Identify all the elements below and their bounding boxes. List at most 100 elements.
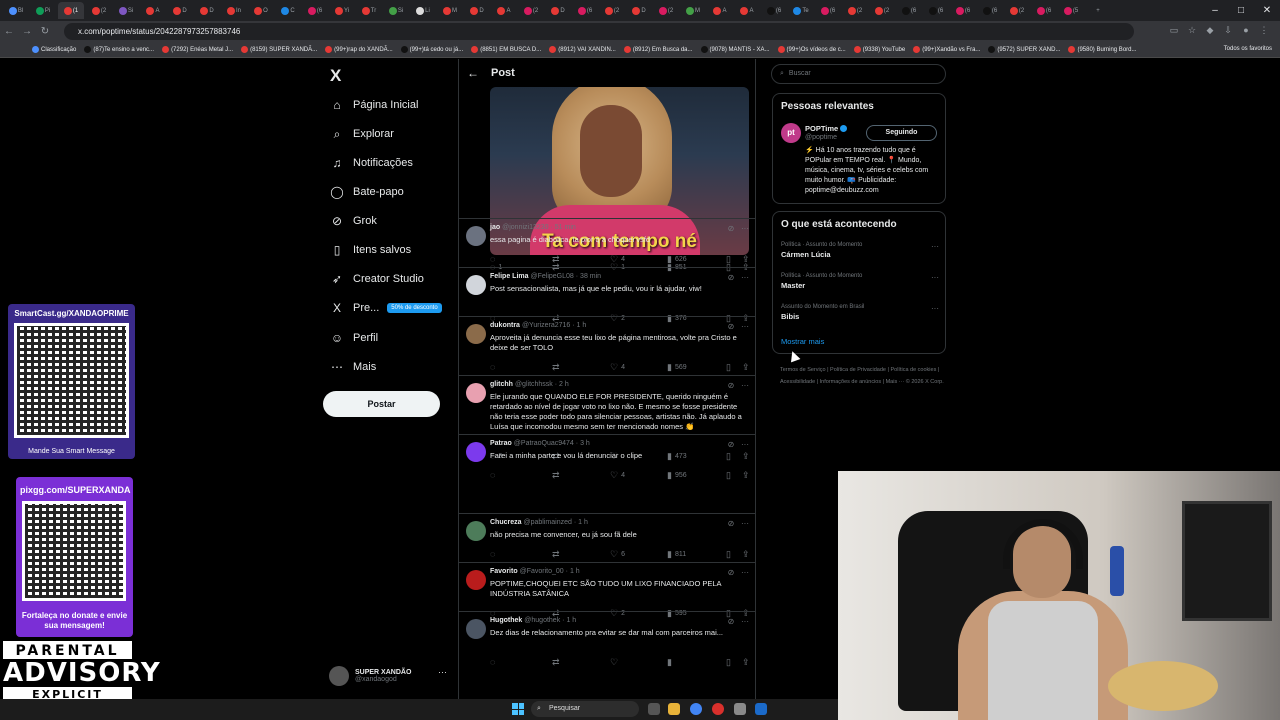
bookmark-item[interactable]: (7292) Enéas Metal J... [162,46,233,53]
share-button[interactable]: ⇪ [742,470,753,481]
reply-button[interactable]: ◌ [490,362,498,372]
views-button[interactable]: ▮ 569 [667,362,687,373]
avatar[interactable] [466,226,486,246]
nav-item-bookmark[interactable]: ▯ Itens salvos [330,243,411,257]
grok-icon[interactable]: ⊘ [728,617,735,626]
reply-post[interactable]: Felipe Lima @FelipeGL08 · 38 min ⊘ ··· Post… [459,267,755,323]
browser-tab[interactable]: M [438,2,462,19]
nav-item-search[interactable]: ⌕ Explorar [330,127,394,141]
reply-post[interactable]: jao @jonnizi13230 · 51 min ⊘ ··· essa pagin… [459,218,755,267]
reply-button[interactable]: ◌ [490,254,498,264]
footer-links[interactable]: Termos de Serviço | Política de Privacid… [780,364,946,388]
nav-item-chat[interactable]: ◯ Bate-papo [330,185,403,199]
more-dots-icon[interactable]: ··· [741,519,749,528]
browser-tab[interactable]: (6 [762,2,786,19]
bookmark-item[interactable]: Classificação [32,46,76,53]
browser-tab[interactable]: Yi [330,2,354,19]
more-dots-icon[interactable]: ··· [741,568,749,577]
browser-tab[interactable]: (2 [87,2,111,19]
reply-author[interactable]: Patrao [490,440,512,447]
more-dots-icon[interactable]: ··· [741,273,749,282]
extension-icon[interactable]: ◆ [1204,24,1216,36]
bookmark-item[interactable]: (8912) VAI XANDIN... [549,46,616,53]
avatar[interactable] [466,521,486,541]
reply-button[interactable]: ◌ [490,657,498,667]
bookmark-button[interactable]: ▯ [726,549,734,560]
bookmark-item[interactable]: (9078) MANTIS - XA... [700,46,770,53]
browser-tab[interactable]: Te [789,2,813,19]
bookmark-item[interactable]: (87)Te ensino a venc... [84,46,154,53]
browser-tab[interactable]: (6 [1032,2,1056,19]
bookmark-item[interactable]: (8159) SUPER XANDÃ... [241,46,317,53]
reload-icon[interactable]: ↻ [36,26,54,37]
reply-post[interactable]: dukontra @Yurizera2716 · 1 h ⊘ ··· Aproveit… [459,316,755,375]
settings-gear-icon[interactable] [734,703,746,715]
bookmark-button[interactable]: ▯ [726,470,734,481]
browser-tab[interactable]: (6 [573,2,597,19]
close-window-icon[interactable]: ✕ [1254,0,1280,21]
browser-tab[interactable]: In [222,2,246,19]
avatar[interactable] [466,275,486,295]
browser-tab[interactable]: (1 [58,2,84,19]
premium-discount-badge[interactable]: 50% de desconto [387,303,442,313]
bookmark-item[interactable]: (99+)rap do XANDÃ... [325,46,393,53]
browser-tab[interactable]: A [492,2,516,19]
grok-icon[interactable]: ⊘ [728,440,735,449]
bookmark-item[interactable]: (99+)Xandão vs Fra... [913,46,980,53]
obs-icon[interactable] [712,703,724,715]
repost-button[interactable]: ⇄ [552,362,563,373]
taskbar-search[interactable]: ⌕ Pesquisar [531,701,639,717]
bookmark-item[interactable]: (9338) YouTube [853,46,905,53]
bookmark-button[interactable]: ▯ [726,657,734,668]
more-dots-icon[interactable]: ··· [438,667,447,677]
browser-tab[interactable]: (6 [978,2,1002,19]
bookmark-item[interactable]: (8912) Em Busca da... [623,46,693,53]
back-arrow-icon[interactable]: ← [0,26,18,37]
url-field[interactable]: x.com/poptime/status/2042287973257883746 [64,23,1134,40]
post-timeline[interactable]: ← Post Ta com tempo né ◌ 1 ⇄ ♡ 1 ▮ 851 ▯ ⇪ … [458,59,756,699]
grok-icon[interactable]: ⊘ [728,273,735,282]
trend-item[interactable]: Assunto do Momento em Brasil Bibis ··· [781,304,939,321]
reply-button[interactable]: ◌ [490,470,498,480]
browser-tab[interactable]: (6 [951,2,975,19]
more-dots-icon[interactable]: ··· [931,273,939,282]
nav-item-home[interactable]: ⌂ Página Inicial [330,98,418,112]
avatar[interactable] [466,442,486,462]
browser-tab[interactable]: A [735,2,759,19]
post-button[interactable]: Postar [323,391,440,417]
maximize-icon[interactable]: □ [1228,0,1254,21]
bookmark-star-icon[interactable]: ☆ [1186,24,1198,36]
more-dots-icon[interactable]: ··· [741,440,749,449]
more-dots-icon[interactable]: ··· [931,242,939,251]
grok-icon[interactable]: ⊘ [728,381,735,390]
like-button[interactable]: ♡ 4 [610,254,625,265]
nav-item-rocket[interactable]: ➶ Creator Studio [330,272,424,286]
browser-tab[interactable]: Si [114,2,138,19]
avatar[interactable] [466,324,486,344]
browser-tab[interactable]: D [546,2,570,19]
grok-icon[interactable]: ⊘ [728,568,735,577]
avatar[interactable]: pt [781,123,801,143]
more-dots-icon[interactable]: ··· [931,304,939,313]
reply-author[interactable]: Hugothek [490,617,522,624]
views-button[interactable]: ▮ [667,657,675,668]
following-button[interactable]: Seguindo [866,125,937,141]
reply-post[interactable]: Chucreza @pablimainzed · 1 h ⊘ ··· não prec… [459,513,755,562]
browser-tab[interactable]: Tr [357,2,381,19]
browser-tab[interactable]: (6 [816,2,840,19]
show-more-link[interactable]: Mostrar mais [781,337,824,346]
windows-start-icon[interactable] [512,703,524,715]
browser-menu-icon[interactable]: ⋮ [1258,24,1270,36]
share-button[interactable]: ⇪ [742,254,753,265]
share-button[interactable]: ⇪ [742,362,753,373]
grok-icon[interactable]: ⊘ [728,224,735,233]
share-button[interactable]: ⇪ [742,549,753,560]
x-logo-icon[interactable]: X [330,66,341,86]
chrome-icon[interactable] [690,703,702,715]
browser-tab[interactable]: D [627,2,651,19]
views-button[interactable]: ▮ 956 [667,470,687,481]
task-view-icon[interactable] [648,703,660,715]
browser-tab[interactable]: A [708,2,732,19]
grok-icon[interactable]: ⊘ [728,519,735,528]
nav-item-more-circle[interactable]: ⋯ Mais [330,360,376,374]
